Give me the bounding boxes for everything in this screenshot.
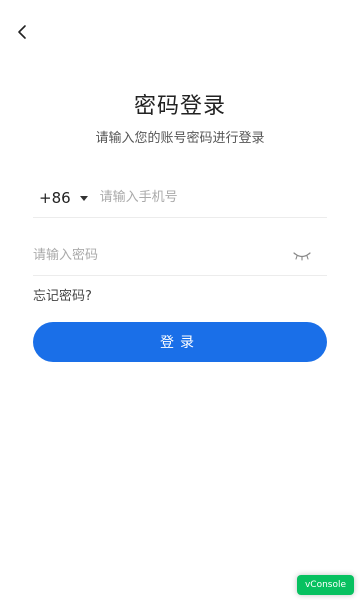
forgot-password-link[interactable]: 忘记密码? (33, 285, 92, 304)
caret-down-icon (79, 195, 88, 201)
eye-closed-icon (293, 251, 311, 261)
password-visibility-toggle[interactable] (291, 249, 313, 263)
phone-field-row: +86 (33, 178, 327, 218)
vconsole-button[interactable]: vConsole (297, 575, 354, 595)
country-code-label: +86 (39, 188, 71, 207)
chevron-left-icon (18, 25, 26, 39)
country-code-selector[interactable]: +86 (33, 189, 100, 207)
password-field-row (33, 236, 327, 276)
page-title: 密码登录 (133, 94, 226, 119)
login-page: 密码登录 请输入您的账号密码进行登录 +86 忘记密码? 登录 vConsole (0, 0, 360, 600)
page-subtitle: 请输入您的账号密码进行登录 (95, 131, 265, 146)
phone-input[interactable] (99, 178, 327, 217)
password-input[interactable] (33, 236, 291, 275)
login-button[interactable]: 登录 (33, 322, 327, 362)
back-button[interactable] (10, 20, 34, 44)
